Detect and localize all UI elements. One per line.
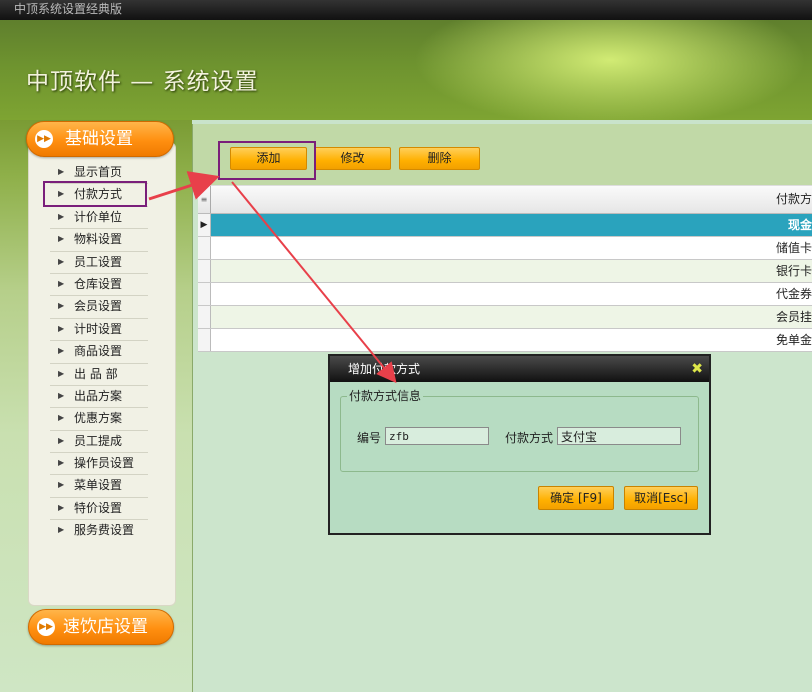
sidebar-item-label: 会员设置	[74, 299, 123, 314]
double-chevron-icon: ▶▶	[35, 130, 53, 148]
payment-info-group: 付款方式信息 编号 付款方式	[340, 387, 699, 472]
sidebar-item-label: 计时设置	[74, 321, 123, 336]
sidebar-item-operators[interactable]: ▶ 操作员设置	[50, 453, 148, 476]
triangle-right-icon: ▶	[58, 480, 65, 490]
sidebar-item-label: 员工提成	[74, 433, 123, 448]
sidebar-item-label: 优惠方案	[74, 411, 123, 426]
sidebar-item-commission[interactable]: ▶ 员工提成	[50, 431, 148, 454]
triangle-right-icon: ▶	[58, 301, 65, 311]
triangle-right-icon: ▶	[58, 323, 65, 333]
triangle-right-icon: ▶	[58, 256, 65, 266]
payment-method-label: 付款方式	[505, 431, 554, 445]
sidebar-item-output-dept[interactable]: ▶ 出 品 部	[50, 364, 148, 386]
table-cell: 现金	[787, 218, 812, 232]
app-header: 中顶软件 — 系统设置	[0, 20, 812, 120]
sidebar-item-label: 菜单设置	[74, 478, 123, 493]
sidebar-item-special-prices[interactable]: ▶ 特价设置	[50, 498, 148, 521]
close-icon[interactable]: ✖	[691, 356, 703, 382]
table-header: ≡ 付款方	[198, 185, 812, 214]
row-header	[198, 260, 211, 282]
sidebar-item-label: 物料设置	[74, 232, 123, 247]
triangle-right-icon: ▶	[58, 390, 65, 400]
table-row[interactable]: ▶ 现金	[198, 214, 812, 237]
window-title: 中顶系统设置经典版	[14, 2, 123, 16]
triangle-right-icon: ▶	[58, 435, 65, 445]
table-row[interactable]: 代金券	[198, 283, 812, 306]
row-header	[198, 329, 211, 351]
category-basic-settings-button[interactable]: ▶▶ 基础设置	[26, 121, 174, 157]
column-header-payment-method[interactable]: 付款方	[776, 186, 812, 213]
row-header	[198, 306, 211, 328]
row-header	[198, 237, 211, 259]
triangle-right-icon: ▶	[58, 234, 65, 244]
triangle-right-icon: ▶	[58, 525, 65, 535]
sidebar-item-pricing-units[interactable]: ▶ 计价单位	[50, 207, 148, 230]
triangle-right-icon: ▶	[58, 413, 65, 423]
sidebar-item-timing[interactable]: ▶ 计时设置	[50, 319, 148, 342]
sidebar-item-products[interactable]: ▶ 商品设置	[50, 341, 148, 364]
sidebar-item-warehouse[interactable]: ▶ 仓库设置	[50, 274, 148, 297]
sidebar-item-members[interactable]: ▶ 会员设置	[50, 296, 148, 319]
category-fast-food-settings-button[interactable]: ▶▶ 速饮店设置	[28, 609, 174, 645]
sidebar-menu: ▶ 显示首页 ▶ 付款方式 ▶ 计价单位 ▶ 物料设置 ▶ 员工设置 ▶ 仓库设置 ▶ 会员设…	[50, 162, 148, 543]
payment-methods-table: ≡ 付款方 ▶ 现金 储值卡 银行卡 代金券 会员挂 免单金	[198, 185, 812, 352]
row-pointer-icon: ▶	[198, 214, 211, 236]
sidebar-item-staff[interactable]: ▶ 员工设置	[50, 252, 148, 274]
dialog-title: 增加付款方式	[348, 362, 421, 376]
table-cell: 代金券	[775, 287, 812, 301]
sidebar-item-label: 商品设置	[74, 344, 123, 359]
triangle-right-icon: ▶	[58, 368, 65, 378]
sidebar-item-label: 员工设置	[74, 254, 123, 269]
confirm-button[interactable]: 确定 [F9]	[538, 486, 614, 510]
category-label: 速饮店设置	[63, 617, 148, 637]
sidebar-item-materials[interactable]: ▶ 物料设置	[50, 229, 148, 252]
row-header	[198, 283, 211, 305]
dialog-title-bar: 增加付款方式 ✖	[330, 356, 709, 382]
annotation-box-sidebar	[43, 181, 147, 207]
sidebar-item-discounts[interactable]: ▶ 优惠方案	[50, 408, 148, 431]
sidebar-item-label: 特价设置	[74, 500, 123, 515]
delete-button[interactable]: 删除	[399, 147, 480, 170]
table-cell: 免单金	[775, 333, 812, 347]
triangle-right-icon: ▶	[58, 502, 65, 512]
table-row[interactable]: 储值卡	[198, 237, 812, 260]
payment-method-input[interactable]	[557, 427, 681, 445]
cancel-button[interactable]: 取消[Esc]	[624, 486, 698, 510]
sidebar-item-service-fee[interactable]: ▶ 服务费设置	[50, 520, 148, 542]
table-row[interactable]: 免单金	[198, 329, 812, 352]
window-title-bar: 中顶系统设置经典版	[0, 0, 812, 20]
triangle-right-icon: ▶	[58, 458, 65, 468]
page-title: 中顶软件 — 系统设置	[26, 69, 259, 95]
triangle-right-icon: ▶	[58, 211, 65, 221]
annotation-box-add	[218, 141, 316, 180]
grid-menu-icon: ≡	[198, 186, 211, 213]
sidebar-item-label: 服务费设置	[74, 523, 135, 538]
sidebar-item-output-plan[interactable]: ▶ 出品方案	[50, 386, 148, 409]
sidebar-item-menu-settings[interactable]: ▶ 菜单设置	[50, 475, 148, 498]
sidebar-item-label: 出 品 部	[74, 366, 118, 381]
triangle-right-icon: ▶	[58, 278, 65, 288]
table-cell: 储值卡	[775, 241, 812, 255]
triangle-right-icon: ▶	[58, 167, 65, 176]
sidebar-item-label: 仓库设置	[74, 276, 123, 291]
edit-button[interactable]: 修改	[314, 147, 391, 170]
category-label: 基础设置	[65, 129, 133, 149]
sidebar-item-label: 显示首页	[74, 165, 123, 179]
table-cell: 银行卡	[775, 264, 812, 278]
add-payment-method-dialog: 增加付款方式 ✖ 付款方式信息 编号 付款方式 确定 [F9] 取消[Esc]	[328, 354, 711, 535]
table-cell: 会员挂	[775, 310, 812, 324]
group-legend: 付款方式信息	[347, 387, 424, 404]
sidebar-item-label: 操作员设置	[74, 456, 135, 471]
table-row[interactable]: 银行卡	[198, 260, 812, 283]
triangle-right-icon: ▶	[58, 346, 65, 356]
table-row[interactable]: 会员挂	[198, 306, 812, 329]
code-input[interactable]	[385, 427, 489, 445]
sidebar-item-label: 计价单位	[74, 209, 123, 224]
code-label: 编号	[357, 431, 382, 445]
sidebar-item-label: 出品方案	[74, 388, 123, 403]
double-chevron-icon: ▶▶	[37, 618, 55, 636]
